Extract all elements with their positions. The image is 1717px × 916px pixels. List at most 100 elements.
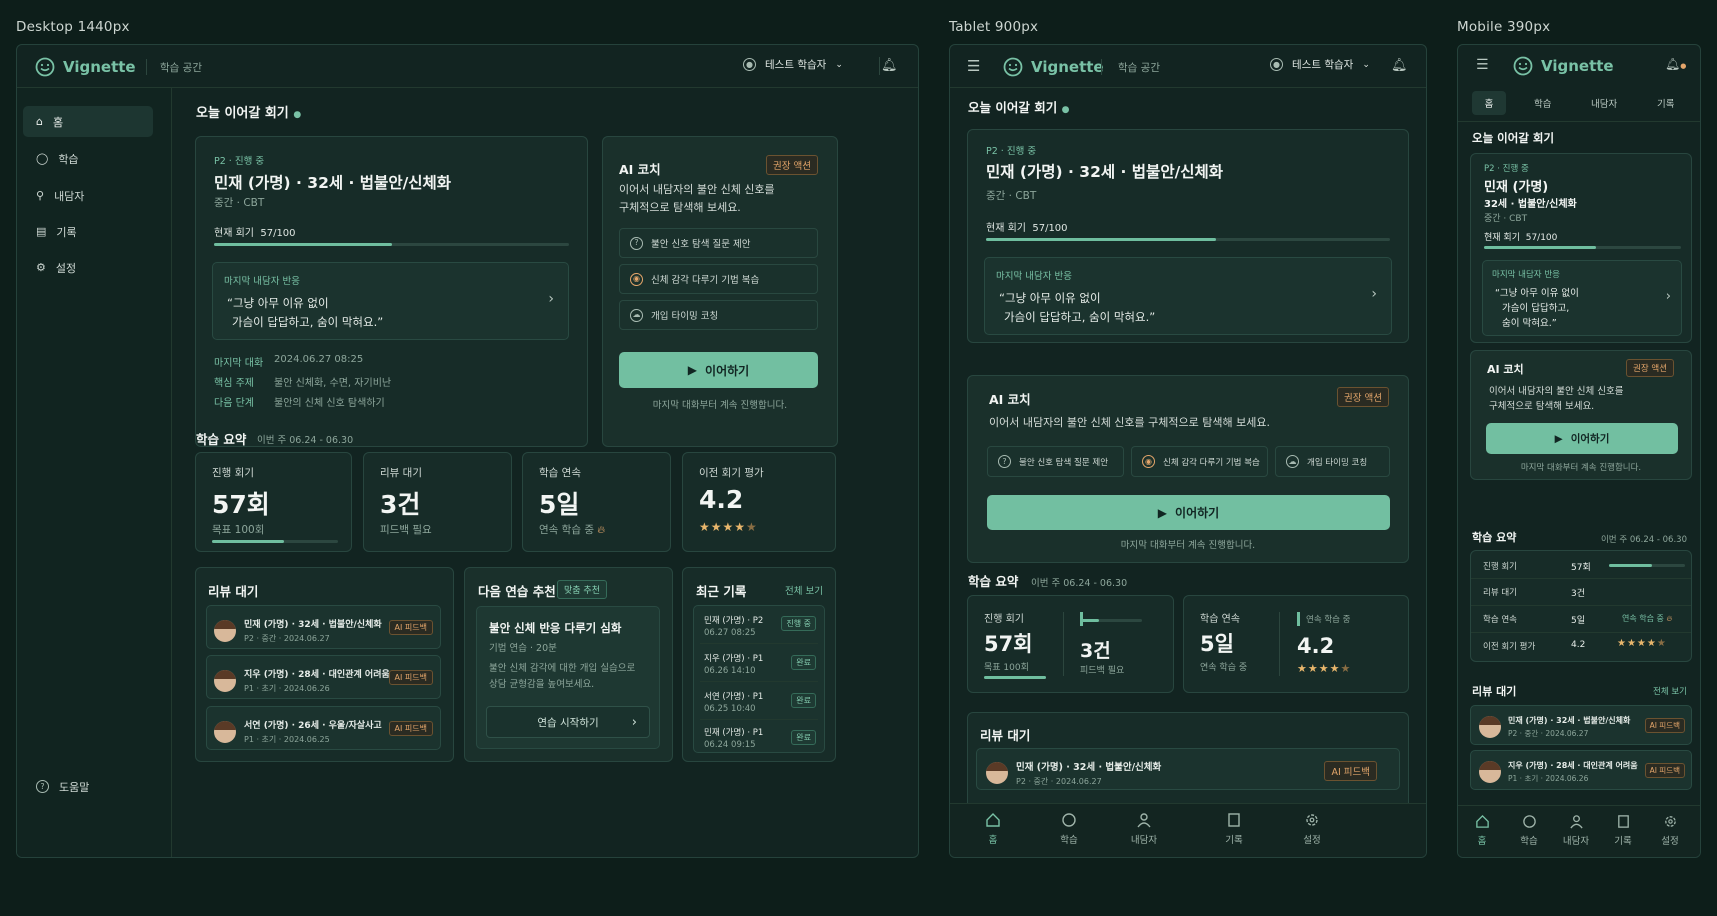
logo[interactable]: Vignette: [1513, 56, 1614, 76]
stat-group-2: 학습 연속 5일 연속 학습 중 연속 학습 중 4.2 ★★★★★: [1183, 595, 1409, 693]
last-response[interactable]: 마지막 내담자 반응 “그냥 아무 이유 없이 가슴이 답답하고, 숨이 막혀요.…: [984, 257, 1392, 335]
continue-button[interactable]: ▶ 이어하기: [987, 495, 1390, 530]
bell-icon[interactable]: 🔔︎●: [1665, 57, 1686, 71]
avatar: [1479, 761, 1501, 783]
menu-icon[interactable]: ☰: [967, 57, 980, 75]
practice-badge: 맞춤 추천: [557, 580, 607, 599]
workspace-label: 학습 공간: [160, 62, 202, 74]
ai-coach-title: AI 코치: [619, 162, 661, 177]
coach-chip-3[interactable]: ☁ 개입 타이밍 코칭: [1275, 446, 1390, 477]
user-menu[interactable]: ● 테스트 학습자 ⌄: [1270, 57, 1370, 72]
review-item[interactable]: 민재 (가명) · 32세 · 법불안/신체화 P2 · 중간 · 2024.06…: [1470, 705, 1692, 745]
user-icon: ⚲: [36, 189, 45, 202]
mtab-learn[interactable]: 학습: [1534, 96, 1551, 110]
brain-icon: ☁: [630, 308, 643, 322]
session-card[interactable]: P2 · 진행 중 민재 (가명) 32세 · 법불안/신체화 중간 · CBT…: [1470, 153, 1692, 343]
smile-logo-icon: [35, 57, 55, 77]
logo[interactable]: Vignette: [1003, 57, 1104, 77]
continue-button[interactable]: ▶ 이어하기: [619, 352, 818, 388]
fire-icon: 🔥︎: [597, 524, 606, 536]
chat-icon: ◯: [36, 152, 49, 165]
sidebar-item-settings[interactable]: ⚙ 설정: [23, 252, 153, 283]
review-item[interactable]: 서연 (가명) · 26세 · 우울/자살사고 P1 · 초기 · 2024.06…: [206, 706, 441, 750]
review-item[interactable]: 민재 (가명) · 32세 · 법불안/신체화 P2 · 중간 · 2024.06…: [206, 605, 441, 649]
stat-sessions: 진행 회기 57회 목표 100회: [195, 452, 352, 552]
mtab-home[interactable]: 홈: [1472, 96, 1506, 110]
session-progress-bar: [214, 243, 569, 246]
chat-icon: [1062, 813, 1076, 827]
review-item[interactable]: 민재 (가명) · 32세 · 법불안/신체화 P2 · 중간 · 2024.06…: [976, 748, 1400, 790]
session-progress-label: 현재 회기 57/100: [214, 228, 296, 239]
avatar: [214, 720, 236, 743]
home-icon: [986, 813, 1000, 827]
coach-chip-2[interactable]: ◉ 신체 감각 다루기 기법 복습: [1131, 446, 1268, 477]
mtab-clients[interactable]: 내담자: [1591, 96, 1617, 110]
smile-logo-icon: [1513, 56, 1533, 76]
gear-icon: ⚙: [36, 261, 46, 274]
review-item[interactable]: 지우 (가명) · 28세 · 대인관계 어려움 P1 · 초기 · 2024.0…: [1470, 750, 1692, 790]
last-response[interactable]: 마지막 내담자 반응 “그냥 아무 이유 없이 가슴이 답답하고, 숨이 막혀요.”…: [1482, 260, 1682, 336]
document-icon: ▤: [36, 225, 47, 238]
home-icon: ⌂: [36, 115, 43, 128]
avatar: [986, 762, 1008, 784]
tab-records[interactable]: 기록: [1204, 812, 1264, 846]
desktop-frame: Vignette 학습 공간 ● 테스트 학습자 ⌄ 🔔︎ ⌂ 홈 ◯ 학습 ⚲ 내담…: [16, 44, 919, 858]
coach-chip-1[interactable]: ? 불안 신호 탐색 질문 제안: [987, 446, 1124, 477]
menu-icon[interactable]: ☰: [1476, 57, 1489, 73]
review-item[interactable]: 지우 (가명) · 28세 · 대인관계 어려움 P1 · 초기 · 2024.0…: [206, 655, 441, 699]
continue-button[interactable]: ▶ 이어하기: [1486, 423, 1678, 454]
stat-rating: 이전 회기 평가 4.2 ★★★★★: [682, 452, 836, 552]
chevron-right-icon: ›: [1371, 286, 1377, 302]
tab-learn[interactable]: 학습: [1039, 812, 1099, 846]
sidebar-item-help[interactable]: ? 도움말: [23, 771, 153, 802]
session-card[interactable]: P2 · 진행 중 민재 (가명) · 32세 · 법불안/신체화 중간 · C…: [195, 136, 588, 447]
document-icon: [1228, 813, 1240, 827]
tab-home[interactable]: 홈: [963, 812, 1023, 846]
session-card[interactable]: P2 · 진행 중 민재 (가명) · 32세 · 법불안/신체화 중간 · C…: [967, 129, 1409, 343]
records-card: 최근 기록 전체 보기 민재 (가명) · P2 06.27 08:25 진행 …: [682, 567, 836, 762]
session-tag: P2 · 진행 중: [214, 156, 265, 167]
sidebar-item-home[interactable]: ⌂ 홈: [23, 106, 153, 137]
client-name: 민재 (가명) · 32세 · 법불안/신체화: [214, 174, 452, 192]
stat-group-1: 진행 회기 57회 목표 100회 3건 피드백 필요: [967, 595, 1174, 693]
help-icon: ?: [36, 780, 49, 793]
user-menu[interactable]: ● 테스트 학습자 ⌄: [743, 57, 843, 72]
continue-title: 오늘 이어갈 회기 ●: [196, 106, 302, 121]
stat-streak: 학습 연속 5일 연속 학습 중 🔥︎: [522, 452, 671, 552]
ai-coach-card: AI 코치 권장 액션 이어서 내담자의 불안 신체 신호를 구체적으로 탐색해 …: [1470, 350, 1692, 480]
records-view-all[interactable]: 전체 보기: [785, 583, 823, 597]
practice-item: 불안 신체 반응 다루기 심화 기법 연습 · 20분 불안 신체 감각에 대한…: [476, 606, 660, 749]
bell-icon[interactable]: 🔔︎: [881, 58, 898, 73]
mtab-records[interactable]: 기록: [1657, 96, 1674, 110]
recommend-badge: 권장 액션: [766, 155, 818, 175]
chevron-right-icon: ›: [1665, 289, 1671, 304]
ai-coach-card: AI 코치 권장 액션 이어서 내담자의 불안 신체 신호를 구체적으로 탐색해 …: [602, 136, 838, 447]
coach-chip-2[interactable]: ◉ 신체 감각 다루기 기법 복습: [619, 264, 818, 294]
sidebar-item-records[interactable]: ▤ 기록: [23, 216, 153, 247]
bell-icon[interactable]: 🔔︎: [1391, 58, 1408, 73]
user-name: 테스트 학습자: [765, 59, 827, 71]
logo[interactable]: Vignette: [35, 57, 136, 77]
coach-chip-3[interactable]: ☁ 개입 타이밍 코칭: [619, 300, 818, 330]
coach-chip-1[interactable]: ? 불안 신호 탐색 질문 제안: [619, 228, 818, 258]
tab-settings[interactable]: 설정: [1640, 814, 1700, 847]
summary-title: 학습 요약: [196, 432, 247, 447]
sidebar: ⌂ 홈 ◯ 학습 ⚲ 내담자 ▤ 기록 ⚙ 설정 ? 도움말: [17, 88, 172, 857]
ai-coach-card: AI 코치 권장 액션 이어서 내담자의 불안 신체 신호를 구체적으로 탐색해…: [967, 375, 1409, 563]
rating-stars: ★★★★★: [699, 520, 758, 534]
client-level: 중간 · CBT: [214, 197, 265, 209]
chevron-right-icon: ›: [631, 714, 637, 730]
user-icon: ●: [743, 58, 756, 71]
review-view-all[interactable]: 전체 보기: [1653, 685, 1687, 697]
tab-clients[interactable]: 내담자: [1114, 812, 1174, 846]
last-response[interactable]: 마지막 내담자 반응 “그냥 아무 이유 없이 가슴이 답답하고, 숨이 막혀요.…: [212, 262, 569, 340]
stat-review: 리뷰 대기 3건 피드백 필요: [363, 452, 512, 552]
mobile-frame-label: Mobile 390px: [1457, 19, 1551, 35]
desktop-frame-label: Desktop 1440px: [16, 19, 130, 35]
sidebar-item-clients[interactable]: ⚲ 내담자: [23, 180, 153, 211]
avatar: [214, 669, 236, 692]
avatar: [1479, 716, 1501, 738]
start-practice-button[interactable]: 연습 시작하기 ›: [486, 706, 650, 738]
tab-settings[interactable]: 설정: [1282, 812, 1342, 846]
sidebar-item-learn[interactable]: ◯ 학습: [23, 143, 153, 174]
